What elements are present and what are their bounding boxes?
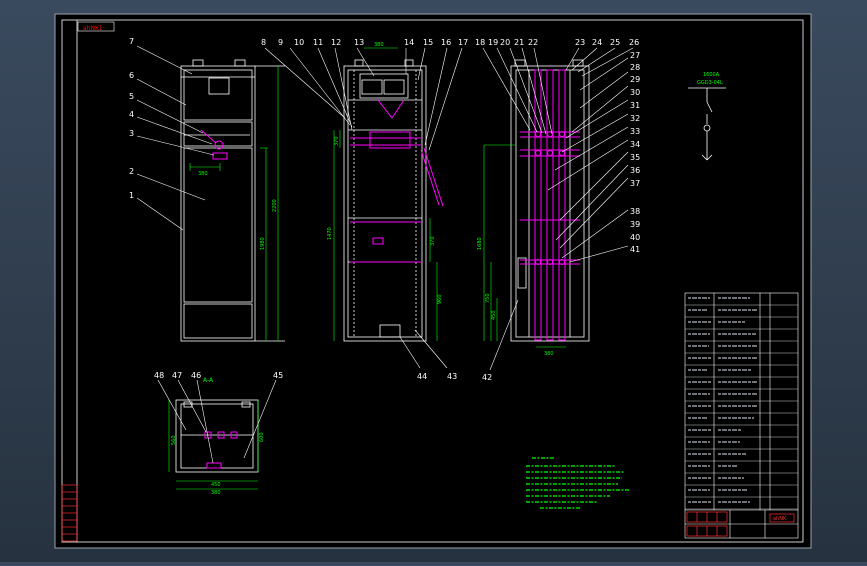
part-35: 35 [630,153,640,162]
mid-dim-top: 370 [334,136,340,146]
part-8: 8 [261,38,266,47]
part-29: 29 [630,75,640,84]
part-16: 16 [441,38,451,47]
part-7: 7 [129,37,134,46]
mid-dim-height: 1470 [327,227,333,240]
part-48: 48 [154,371,164,380]
side-dim-bottom: 380 [544,351,554,357]
side-dim-height: 1680 [477,237,483,250]
part-12: 12 [331,38,341,47]
part-31: 31 [630,101,640,110]
schematic-subtitle: GGD3-04L [697,80,723,86]
part-41: 41 [630,245,640,254]
part-5: 5 [129,92,134,101]
plan-dim-600: 600 [259,432,265,442]
part-2: 2 [129,167,134,176]
part-20: 20 [500,38,510,47]
part-28: 28 [630,63,640,72]
part-13: 13 [354,38,364,47]
part-42: 42 [482,373,492,382]
part-47: 47 [172,371,182,380]
part-37: 37 [630,179,640,188]
part-25: 25 [610,38,620,47]
mid-dim-center: 370 [430,236,436,246]
part-21: 21 [514,38,524,47]
stamp-top-left-text: ahNK1 [83,25,103,32]
drawing-sheet [54,13,812,549]
part-15: 15 [423,38,433,47]
front-dim-lower: 1980 [260,237,266,250]
part-38: 38 [630,207,640,216]
side-dim-mid: 750 [485,293,491,303]
plan-dim-450: 450 [211,482,221,488]
front-dim-height: 2200 [272,199,278,212]
part-22: 22 [528,38,538,47]
part-34: 34 [630,140,640,149]
part-10: 10 [294,38,304,47]
part-11: 11 [313,38,323,47]
part-30: 30 [630,88,640,97]
part-46: 46 [191,371,201,380]
part-9: 9 [278,38,283,47]
section-label: A-A [203,377,214,384]
part-14: 14 [404,38,414,47]
mid-dim-label: 380 [374,42,384,48]
front-dim-width: 380 [198,171,208,177]
part-3: 3 [129,129,134,138]
part-44: 44 [417,372,427,381]
drawing-canvas[interactable]: ahNK1 380 2200 1980 7 6 5 4 3 2 1 1470 3… [0,0,867,562]
part-26: 26 [629,38,639,47]
part-17: 17 [458,38,468,47]
part-39: 39 [630,220,640,229]
side-dim-low: 450 [491,310,497,320]
part-4: 4 [129,110,134,119]
part-18: 18 [475,38,485,47]
schematic-title: 1600A [703,72,720,78]
title-block-stamp-text: ahNK [773,516,787,522]
part-36: 36 [630,166,640,175]
plan-dim-560: 560 [171,435,177,445]
part-40: 40 [630,233,640,242]
plan-dim-380: 380 [211,490,221,496]
mid-dim-bottom: 960 [437,294,443,304]
part-32: 32 [630,114,640,123]
part-19: 19 [488,38,498,47]
part-6: 6 [129,71,134,80]
part-33: 33 [630,127,640,136]
part-45: 45 [273,371,283,380]
part-24: 24 [592,38,602,47]
part-1: 1 [129,191,134,200]
part-27: 27 [630,51,640,60]
part-43: 43 [447,372,457,381]
cad-viewer: ahNK1 380 2200 1980 7 6 5 4 3 2 1 1470 3… [0,0,867,562]
part-23: 23 [575,38,585,47]
